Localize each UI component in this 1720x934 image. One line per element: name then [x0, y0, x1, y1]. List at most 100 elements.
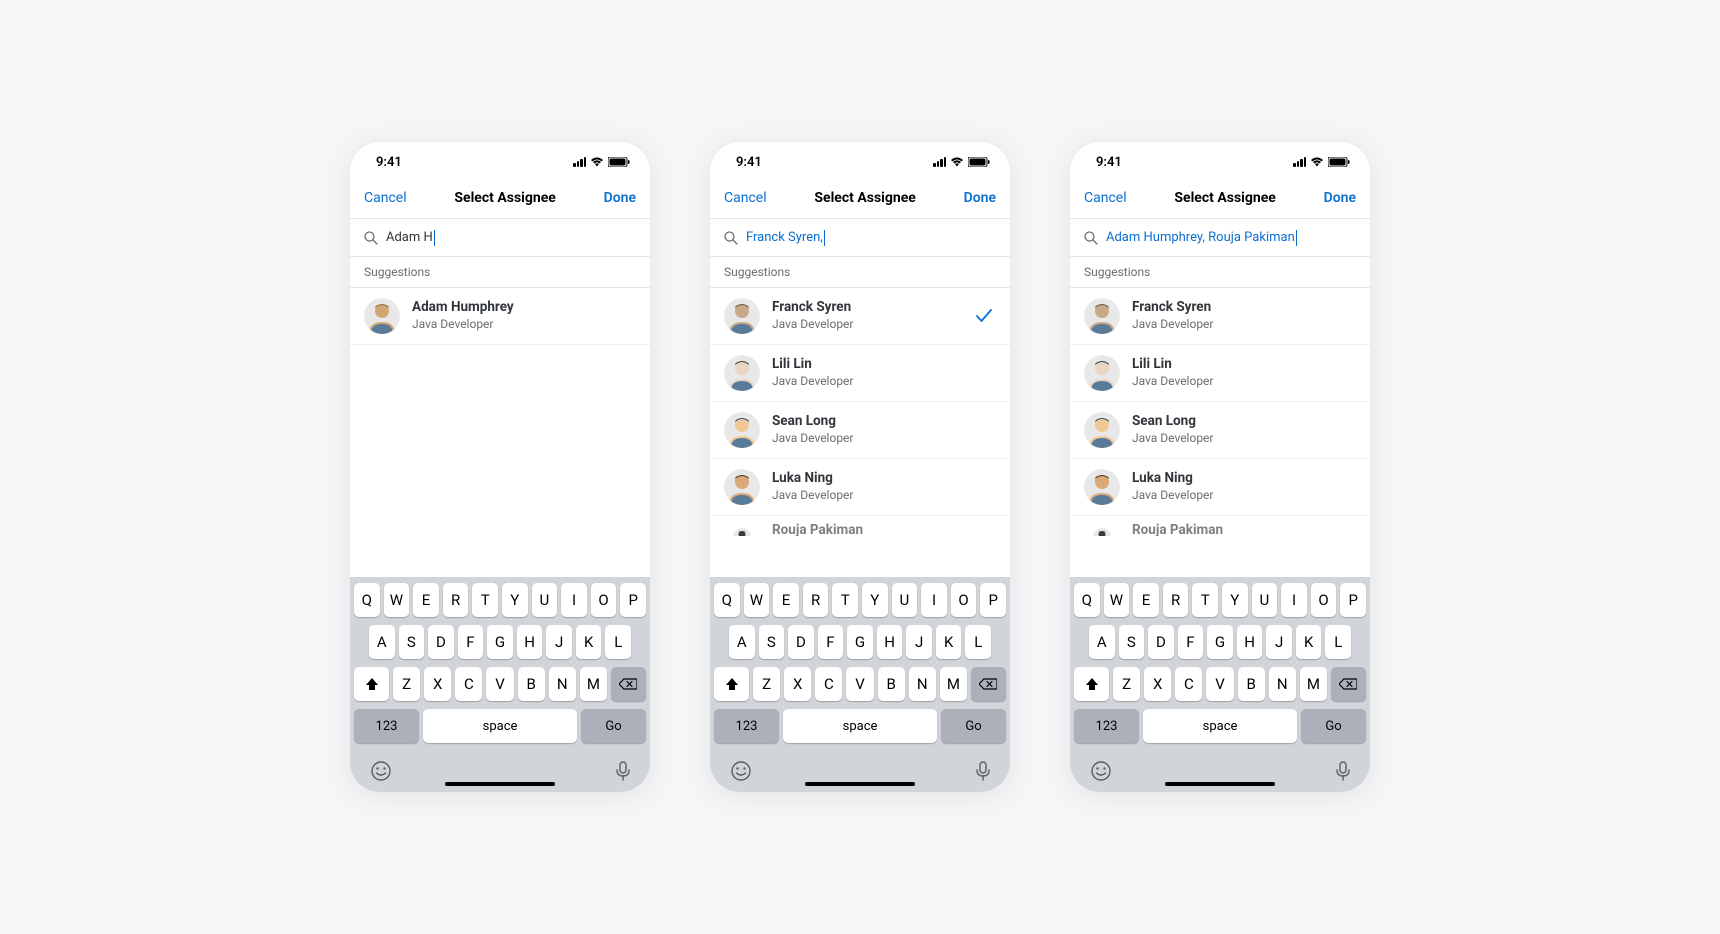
space-key[interactable]: space: [423, 709, 577, 743]
backspace-key[interactable]: [1331, 667, 1366, 701]
key-a[interactable]: A: [369, 625, 395, 659]
key-o[interactable]: O: [591, 583, 617, 617]
key-t[interactable]: T: [472, 583, 498, 617]
search-input[interactable]: Adam Humphrey, Rouja Pakiman: [1106, 230, 1297, 246]
emoji-icon[interactable]: [1090, 760, 1112, 782]
key-c[interactable]: C: [815, 667, 842, 701]
suggestion-row[interactable]: Sean Long Java Developer: [1070, 402, 1370, 459]
key-h[interactable]: H: [1237, 625, 1263, 659]
key-j[interactable]: J: [546, 625, 572, 659]
suggestion-row-partial[interactable]: Rouja Pakiman: [1070, 516, 1370, 536]
key-y[interactable]: Y: [862, 583, 888, 617]
key-b[interactable]: B: [518, 667, 545, 701]
key-i[interactable]: I: [561, 583, 587, 617]
key-s[interactable]: S: [399, 625, 425, 659]
shift-key[interactable]: [354, 667, 389, 701]
key-e[interactable]: E: [413, 583, 439, 617]
key-o[interactable]: O: [1311, 583, 1337, 617]
go-key[interactable]: Go: [941, 709, 1006, 743]
shift-key[interactable]: [714, 667, 749, 701]
space-key[interactable]: space: [783, 709, 937, 743]
key-d[interactable]: D: [428, 625, 454, 659]
key-u[interactable]: U: [1252, 583, 1278, 617]
key-l[interactable]: L: [605, 625, 631, 659]
done-button[interactable]: Done: [604, 190, 636, 206]
key-r[interactable]: R: [443, 583, 469, 617]
key-a[interactable]: A: [729, 625, 755, 659]
number-key[interactable]: 123: [1074, 709, 1139, 743]
search-input[interactable]: Adam H: [386, 230, 435, 246]
key-m[interactable]: M: [580, 667, 607, 701]
mic-icon[interactable]: [616, 761, 630, 781]
key-k[interactable]: K: [1296, 625, 1322, 659]
space-key[interactable]: space: [1143, 709, 1297, 743]
key-i[interactable]: I: [1281, 583, 1307, 617]
key-o[interactable]: O: [951, 583, 977, 617]
key-c[interactable]: C: [455, 667, 482, 701]
key-n[interactable]: N: [909, 667, 936, 701]
cancel-button[interactable]: Cancel: [724, 190, 767, 206]
search-bar[interactable]: Adam H: [350, 219, 650, 257]
backspace-key[interactable]: [611, 667, 646, 701]
key-n[interactable]: N: [549, 667, 576, 701]
key-c[interactable]: C: [1175, 667, 1202, 701]
shift-key[interactable]: [1074, 667, 1109, 701]
key-p[interactable]: P: [620, 583, 646, 617]
key-z[interactable]: Z: [1113, 667, 1140, 701]
suggestion-row[interactable]: Adam Humphrey Java Developer: [350, 288, 650, 345]
key-j[interactable]: J: [1266, 625, 1292, 659]
key-z[interactable]: Z: [393, 667, 420, 701]
search-bar[interactable]: Franck Syren,: [710, 219, 1010, 257]
key-j[interactable]: J: [906, 625, 932, 659]
key-x[interactable]: X: [424, 667, 451, 701]
suggestion-row[interactable]: Luka Ning Java Developer: [1070, 459, 1370, 516]
key-v[interactable]: V: [846, 667, 873, 701]
key-m[interactable]: M: [1300, 667, 1327, 701]
key-p[interactable]: P: [980, 583, 1006, 617]
key-i[interactable]: I: [921, 583, 947, 617]
key-w[interactable]: W: [1104, 583, 1130, 617]
key-y[interactable]: Y: [502, 583, 528, 617]
mic-icon[interactable]: [1336, 761, 1350, 781]
key-w[interactable]: W: [744, 583, 770, 617]
home-indicator[interactable]: [1165, 782, 1275, 786]
cancel-button[interactable]: Cancel: [364, 190, 407, 206]
mic-icon[interactable]: [976, 761, 990, 781]
cancel-button[interactable]: Cancel: [1084, 190, 1127, 206]
suggestion-row[interactable]: Sean Long Java Developer: [710, 402, 1010, 459]
key-e[interactable]: E: [773, 583, 799, 617]
key-t[interactable]: T: [832, 583, 858, 617]
home-indicator[interactable]: [445, 782, 555, 786]
key-a[interactable]: A: [1089, 625, 1115, 659]
key-s[interactable]: S: [1119, 625, 1145, 659]
backspace-key[interactable]: [971, 667, 1006, 701]
key-g[interactable]: G: [487, 625, 513, 659]
suggestion-row[interactable]: Franck Syren Java Developer: [710, 288, 1010, 345]
key-p[interactable]: P: [1340, 583, 1366, 617]
key-f[interactable]: F: [1178, 625, 1204, 659]
go-key[interactable]: Go: [1301, 709, 1366, 743]
key-l[interactable]: L: [1325, 625, 1351, 659]
key-k[interactable]: K: [936, 625, 962, 659]
key-b[interactable]: B: [1238, 667, 1265, 701]
key-r[interactable]: R: [1163, 583, 1189, 617]
key-g[interactable]: G: [1207, 625, 1233, 659]
key-u[interactable]: U: [892, 583, 918, 617]
done-button[interactable]: Done: [1324, 190, 1356, 206]
key-x[interactable]: X: [784, 667, 811, 701]
suggestion-row[interactable]: Franck Syren Java Developer: [1070, 288, 1370, 345]
key-m[interactable]: M: [940, 667, 967, 701]
search-bar[interactable]: Adam Humphrey, Rouja Pakiman: [1070, 219, 1370, 257]
key-h[interactable]: H: [877, 625, 903, 659]
done-button[interactable]: Done: [964, 190, 996, 206]
suggestion-row-partial[interactable]: Rouja Pakiman: [710, 516, 1010, 536]
emoji-icon[interactable]: [730, 760, 752, 782]
key-b[interactable]: B: [878, 667, 905, 701]
key-d[interactable]: D: [788, 625, 814, 659]
key-y[interactable]: Y: [1222, 583, 1248, 617]
key-n[interactable]: N: [1269, 667, 1296, 701]
number-key[interactable]: 123: [714, 709, 779, 743]
key-h[interactable]: H: [517, 625, 543, 659]
key-w[interactable]: W: [384, 583, 410, 617]
emoji-icon[interactable]: [370, 760, 392, 782]
